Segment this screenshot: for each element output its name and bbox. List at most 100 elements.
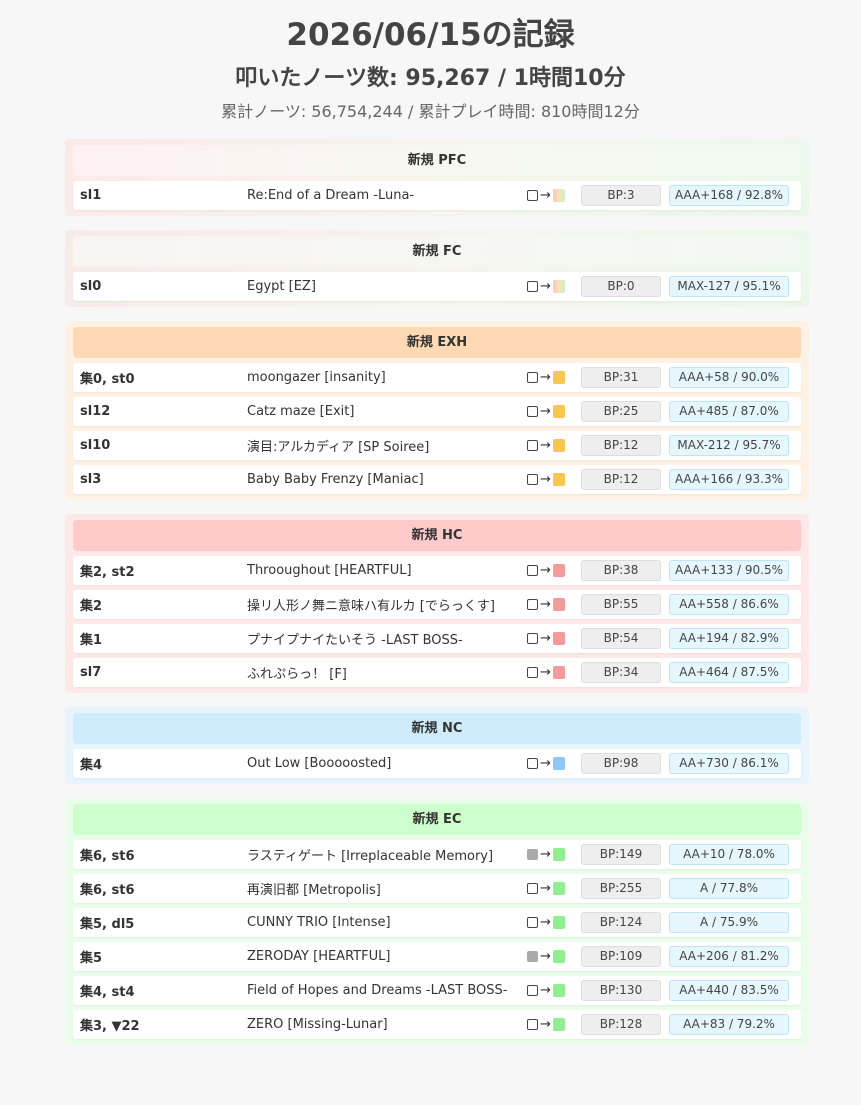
bp-badge: BP:31 bbox=[581, 367, 661, 388]
previous-lamp-icon bbox=[527, 406, 538, 417]
page-header: 2026/06/15の記録 叩いたノーツ数: 95,267 / 1時間10分 累… bbox=[0, 0, 861, 123]
arrow-right-icon: → bbox=[540, 756, 551, 771]
previous-lamp-icon bbox=[527, 565, 538, 576]
lamp-change: → bbox=[527, 188, 581, 203]
bp-badge: BP:55 bbox=[581, 594, 661, 615]
record-row: sl0 Egypt [EZ] → BP:0 MAX-127 / 95.1% bbox=[73, 272, 801, 301]
score-badge: AA+194 / 82.9% bbox=[669, 628, 789, 649]
bp-badge: BP:0 bbox=[581, 276, 661, 297]
new-lamp-icon bbox=[552, 564, 565, 577]
song-title: Field of Hopes and Dreams -LAST BOSS- bbox=[247, 983, 508, 998]
record-row: 集5, dl5 CUNNY TRIO [Intense] → BP:124 A / 75… bbox=[73, 908, 801, 937]
new-lamp-icon bbox=[552, 473, 565, 486]
level-label: 集5, dl5 bbox=[80, 917, 135, 932]
bp-badge: BP:25 bbox=[581, 401, 661, 422]
record-row: 集2 操リ人形ノ舞ニ意味ハ有ルカ [でらっくす] → BP:55 AA+558 / 86… bbox=[73, 590, 801, 619]
new-lamp-icon bbox=[552, 1018, 565, 1031]
level-label: sl1 bbox=[80, 188, 102, 203]
record-row: 集4, st4 Field of Hopes and Dreams -LAST B… bbox=[73, 976, 801, 1005]
lamp-change: → bbox=[527, 370, 581, 385]
song-title: プナイプナイたいそう -LAST BOSS- bbox=[247, 633, 463, 648]
page-title: 2026/06/15の記録 bbox=[286, 17, 575, 53]
song-title: Out Low [Booooosted] bbox=[247, 756, 392, 771]
level-label: 集3, ▼22 bbox=[80, 1019, 140, 1034]
previous-lamp-icon bbox=[527, 667, 538, 678]
arrow-right-icon: → bbox=[540, 949, 551, 964]
arrow-right-icon: → bbox=[540, 847, 551, 862]
record-row: sl12 Catz maze [Exit] → BP:25 AA+485 / 87.0% bbox=[73, 397, 801, 426]
new-lamp-icon bbox=[552, 848, 565, 861]
score-badge: AA+83 / 79.2% bbox=[669, 1014, 789, 1035]
arrow-right-icon: → bbox=[540, 472, 551, 487]
previous-lamp-icon bbox=[527, 758, 538, 769]
level-label: sl0 bbox=[80, 279, 102, 294]
level-label: 集5 bbox=[80, 951, 103, 966]
song-title: ZERO [Missing-Lunar] bbox=[247, 1017, 388, 1032]
record-row: 集0, st0 moongazer [insanity] → BP:31 AAA+58 … bbox=[73, 363, 801, 392]
bp-badge: BP:149 bbox=[581, 844, 661, 865]
level-label: sl10 bbox=[80, 438, 111, 453]
lamp-change: → bbox=[527, 1017, 581, 1032]
arrow-right-icon: → bbox=[540, 631, 551, 646]
daily-notes-summary: 叩いたノーツ数: 95,267 / 1時間10分 bbox=[235, 66, 626, 91]
record-row: 集3, ▼22 ZERO [Missing-Lunar] → BP:128 AA+83 … bbox=[73, 1010, 801, 1039]
new-lamp-icon bbox=[552, 757, 565, 770]
lamp-change: → bbox=[527, 472, 581, 487]
arrow-right-icon: → bbox=[540, 370, 551, 385]
bp-badge: BP:34 bbox=[581, 662, 661, 683]
previous-lamp-icon bbox=[527, 190, 538, 201]
song-title: 演目:アルカディア [SP Soiree] bbox=[247, 440, 430, 455]
section-fc: 新規 FC sl0 Egypt [EZ] → BP:0 MAX-127 / 95.1% bbox=[65, 230, 809, 307]
record-row: 集5 ZERODAY [HEARTFUL] → BP:109 AA+206 / 81.2… bbox=[73, 942, 801, 971]
new-lamp-icon bbox=[552, 371, 565, 384]
lamp-change: → bbox=[527, 915, 581, 930]
bp-badge: BP:255 bbox=[581, 878, 661, 899]
previous-lamp-icon bbox=[527, 917, 538, 928]
score-badge: AAA+133 / 90.5% bbox=[669, 560, 789, 581]
previous-lamp-icon bbox=[527, 440, 538, 451]
lamp-change: → bbox=[527, 404, 581, 419]
section-title: 新規 FC bbox=[73, 236, 801, 267]
arrow-right-icon: → bbox=[540, 1017, 551, 1032]
previous-lamp-icon bbox=[527, 633, 538, 644]
score-badge: A / 75.9% bbox=[669, 912, 789, 933]
bp-badge: BP:124 bbox=[581, 912, 661, 933]
record-row: 集6, st6 ラスティゲート [Irreplaceable Memory] → BP… bbox=[73, 840, 801, 869]
song-title: ふれぷらっ！ [F] bbox=[247, 667, 347, 682]
previous-lamp-icon bbox=[527, 599, 538, 610]
level-label: sl7 bbox=[80, 665, 102, 680]
record-row: sl1 Re:End of a Dream -Luna- → BP:3 AAA+168 … bbox=[73, 181, 801, 210]
section-title: 新規 EC bbox=[73, 804, 801, 835]
song-title: 再演旧都 [Metropolis] bbox=[247, 883, 381, 898]
song-title: Re:End of a Dream -Luna- bbox=[247, 188, 415, 203]
score-badge: AAA+166 / 93.3% bbox=[669, 469, 789, 490]
score-badge: MAX-127 / 95.1% bbox=[669, 276, 789, 297]
score-badge: A / 77.8% bbox=[669, 878, 789, 899]
arrow-right-icon: → bbox=[540, 881, 551, 896]
song-title: Egypt [EZ] bbox=[247, 279, 316, 294]
bp-badge: BP:38 bbox=[581, 560, 661, 581]
previous-lamp-icon bbox=[527, 1019, 538, 1030]
lamp-change: → bbox=[527, 756, 581, 771]
new-lamp-icon bbox=[552, 632, 565, 645]
previous-lamp-icon bbox=[527, 281, 538, 292]
new-lamp-icon bbox=[552, 405, 565, 418]
score-badge: AA+440 / 83.5% bbox=[669, 980, 789, 1001]
score-badge: MAX-212 / 95.7% bbox=[669, 435, 789, 456]
new-lamp-icon bbox=[552, 950, 565, 963]
arrow-right-icon: → bbox=[540, 438, 551, 453]
record-row: sl3 Baby Baby Frenzy [Maniac] → BP:12 AAA+16… bbox=[73, 465, 801, 494]
song-title: 操リ人形ノ舞ニ意味ハ有ルカ [でらっくす] bbox=[247, 599, 495, 614]
song-title: ZERODAY [HEARTFUL] bbox=[247, 949, 391, 964]
new-lamp-icon bbox=[552, 984, 565, 997]
lamp-change: → bbox=[527, 563, 581, 578]
section-title: 新規 PFC bbox=[73, 145, 801, 176]
lamp-change: → bbox=[527, 438, 581, 453]
lamp-change: → bbox=[527, 983, 581, 998]
level-label: 集4 bbox=[80, 758, 103, 773]
score-badge: AAA+168 / 92.8% bbox=[669, 185, 789, 206]
score-badge: AA+206 / 81.2% bbox=[669, 946, 789, 967]
record-row: 集4 Out Low [Booooosted] → BP:98 AA+730 / 86.… bbox=[73, 749, 801, 778]
previous-lamp-icon bbox=[527, 883, 538, 894]
cumulative-summary: 累計ノーツ: 56,754,244 / 累計プレイ時間: 810時間12分 bbox=[221, 102, 640, 121]
